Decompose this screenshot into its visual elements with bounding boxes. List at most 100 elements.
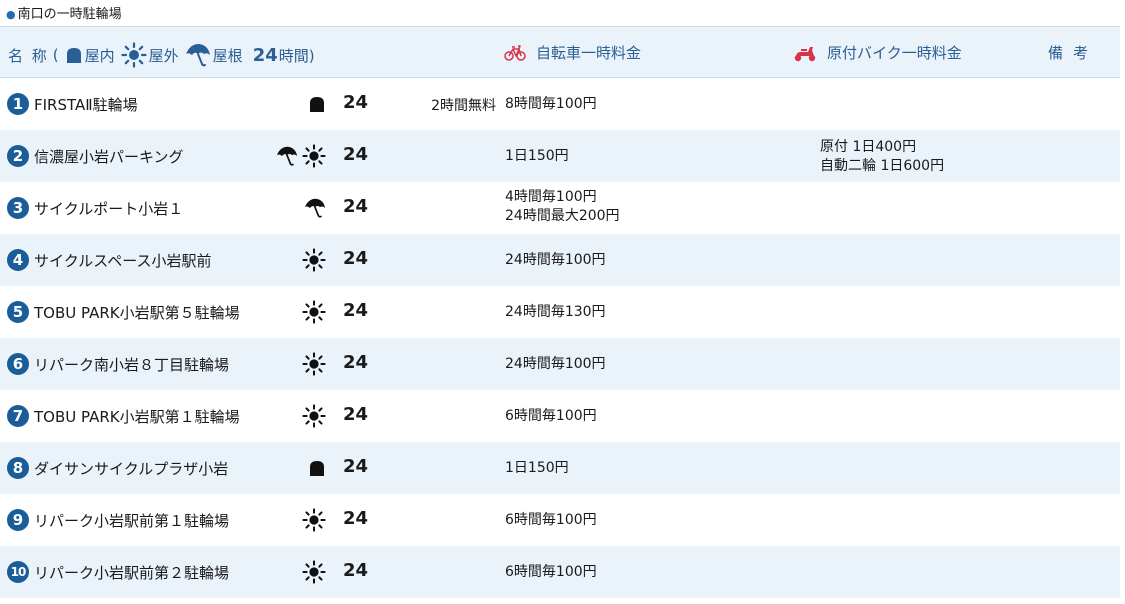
parking-name: FIRSTAⅡ駐輪場 <box>34 96 138 114</box>
facility-icons <box>230 404 326 428</box>
legend-outdoor-label: 屋外 <box>148 46 179 65</box>
legend-hours-label: 時間) <box>278 46 315 65</box>
header-paren: ( <box>52 46 59 64</box>
row-number-badge: 2 <box>7 145 29 167</box>
bike-fee-line: 6時間毎100円 <box>505 564 597 580</box>
umbrella-icon <box>185 43 211 67</box>
open-hours: 24 <box>343 560 369 581</box>
sun-icon <box>302 144 326 168</box>
facility-icons <box>230 196 326 220</box>
row-number-badge: 3 <box>7 197 29 219</box>
header-name-column: 名 称 ( 屋内 屋外 屋根 24 時間) <box>8 42 315 68</box>
header-bike-fee: 自転車一時料金 <box>504 42 641 63</box>
legend-indoor-label: 屋内 <box>84 46 115 65</box>
legend-roof-label: 屋根 <box>212 46 243 65</box>
bike-fee-line: 8時間毎100円 <box>505 96 597 112</box>
row-number-badge: 9 <box>7 509 29 531</box>
legend-roof: 屋根 <box>185 43 243 67</box>
table-row: 9 リパーク小岩駅前第１駐輪場 24 6時間毎100円 <box>0 494 1120 546</box>
parking-name: TOBU PARK小岩駅第５駐輪場 <box>34 304 240 322</box>
umbrella-icon <box>304 197 326 219</box>
table-row: 4 サイクルスペース小岩駅前 24 24時間毎100円 <box>0 234 1120 286</box>
moto-fee: 原付 1日400円 自動二輪 1日600円 <box>820 138 944 176</box>
bike-fee-line: 4時間毎100円 <box>505 189 597 205</box>
table-row: 10 リパーク小岩駅前第２駐輪場 24 6時間毎100円 <box>0 546 1120 598</box>
row-number-badge: 4 <box>7 249 29 271</box>
legend-24h: 24 時間) <box>253 45 315 66</box>
sun-icon <box>302 248 326 272</box>
open-hours: 24 <box>343 352 369 373</box>
parking-name: ダイサンサイクルプラザ小岩 <box>34 460 229 478</box>
open-hours: 24 <box>343 144 369 165</box>
bike-fee-line: 6時間毎100円 <box>505 408 597 424</box>
header-moto-fee-label: 原付バイク一時料金 <box>827 44 962 62</box>
open-hours: 24 <box>343 404 369 425</box>
open-hours: 24 <box>343 92 369 113</box>
parking-name: サイクルポート小岩１ <box>34 200 184 218</box>
bike-fee: 1日150円 <box>505 459 569 478</box>
bike-fee: 8時間毎100円 <box>505 95 597 114</box>
sun-icon <box>302 352 326 376</box>
bullet-icon: ● <box>6 8 16 21</box>
header-moto-fee: 原付バイク一時料金 <box>793 42 962 63</box>
table-row: 7 TOBU PARK小岩駅第１駐輪場 24 6時間毎100円 <box>0 390 1120 442</box>
table-row: 6 リパーク南小岩８丁目駐輪場 24 24時間毎100円 <box>0 338 1120 390</box>
row-number-badge: 5 <box>7 301 29 323</box>
facility-icons <box>230 508 326 532</box>
table-row: 5 TOBU PARK小岩駅第５駐輪場 24 24時間毎130円 <box>0 286 1120 338</box>
facility-icons <box>230 248 326 272</box>
parking-name: サイクルスペース小岩駅前 <box>34 252 212 270</box>
row-number-badge: 1 <box>7 93 29 115</box>
bike-fee: 24時間毎100円 <box>505 355 606 374</box>
row-number-badge: 8 <box>7 457 29 479</box>
section-title-text: 南口の一時駐輪場 <box>17 7 122 22</box>
parking-name: リパーク小岩駅前第２駐輪場 <box>34 564 230 582</box>
legend-indoor: 屋内 <box>65 45 115 66</box>
bike-fee: 6時間毎100円 <box>505 511 597 530</box>
bike-fee: 24時間毎100円 <box>505 251 606 270</box>
facility-icons <box>230 300 326 324</box>
sun-icon <box>121 42 147 68</box>
row-number-badge: 7 <box>7 405 29 427</box>
row-number-badge: 6 <box>7 353 29 375</box>
moto-fee-line: 自動二輪 1日600円 <box>820 158 945 174</box>
table-row: 8 ダイサンサイクルプラザ小岩 24 1日150円 <box>0 442 1120 494</box>
bike-fee: 6時間毎100円 <box>505 563 597 582</box>
open-hours: 24 <box>343 508 369 529</box>
parking-name: リパーク南小岩８丁目駐輪場 <box>34 356 230 374</box>
header-bike-fee-label: 自転車一時料金 <box>536 44 642 62</box>
legend-outdoor: 屋外 <box>121 42 179 68</box>
sun-icon <box>302 404 326 428</box>
section-title: ● 南口の一時駐輪場 <box>6 6 122 24</box>
table-row: 1 FIRSTAⅡ駐輪場 24 2時間無料 8時間毎100円 <box>0 78 1120 130</box>
bike-fee-line: 24時間毎100円 <box>505 252 606 268</box>
indoor-icon <box>65 46 83 64</box>
facility-icons <box>230 456 326 480</box>
facility-icons <box>230 560 326 584</box>
scooter-icon <box>793 44 817 62</box>
umbrella-icon <box>276 145 298 167</box>
bike-fee-line: 1日150円 <box>505 460 569 476</box>
sun-icon <box>302 300 326 324</box>
bicycle-icon <box>504 44 526 61</box>
header-name-label: 名 称 <box>8 46 49 65</box>
table-header: 名 称 ( 屋内 屋外 屋根 24 時間) 自転車一時料金 原付バイク一時料金 … <box>0 26 1120 78</box>
bike-fee-line: 24時間最大200円 <box>505 208 620 224</box>
indoor-icon <box>308 95 326 113</box>
header-remarks: 備考 <box>1048 44 1099 62</box>
fee-note: 2時間無料 <box>431 98 496 114</box>
row-number-badge: 10 <box>7 561 29 583</box>
parking-table: 1 FIRSTAⅡ駐輪場 24 2時間無料 8時間毎100円 2 信濃屋小岩パーキング 24 1… <box>0 78 1120 598</box>
open-hours: 24 <box>343 300 369 321</box>
facility-icons <box>230 352 326 376</box>
facility-icons <box>230 144 326 168</box>
open-hours: 24 <box>343 196 369 217</box>
table-row: 3 サイクルポート小岩１ 24 4時間毎100円 24時間最大200円 <box>0 182 1120 234</box>
bike-fee: 6時間毎100円 <box>505 407 597 426</box>
sun-icon <box>302 560 326 584</box>
indoor-icon <box>308 459 326 477</box>
parking-name: リパーク小岩駅前第１駐輪場 <box>34 512 230 530</box>
bike-fee-line: 1日150円 <box>505 148 569 164</box>
open-hours: 24 <box>343 456 369 477</box>
bike-fee: 24時間毎130円 <box>505 303 606 322</box>
